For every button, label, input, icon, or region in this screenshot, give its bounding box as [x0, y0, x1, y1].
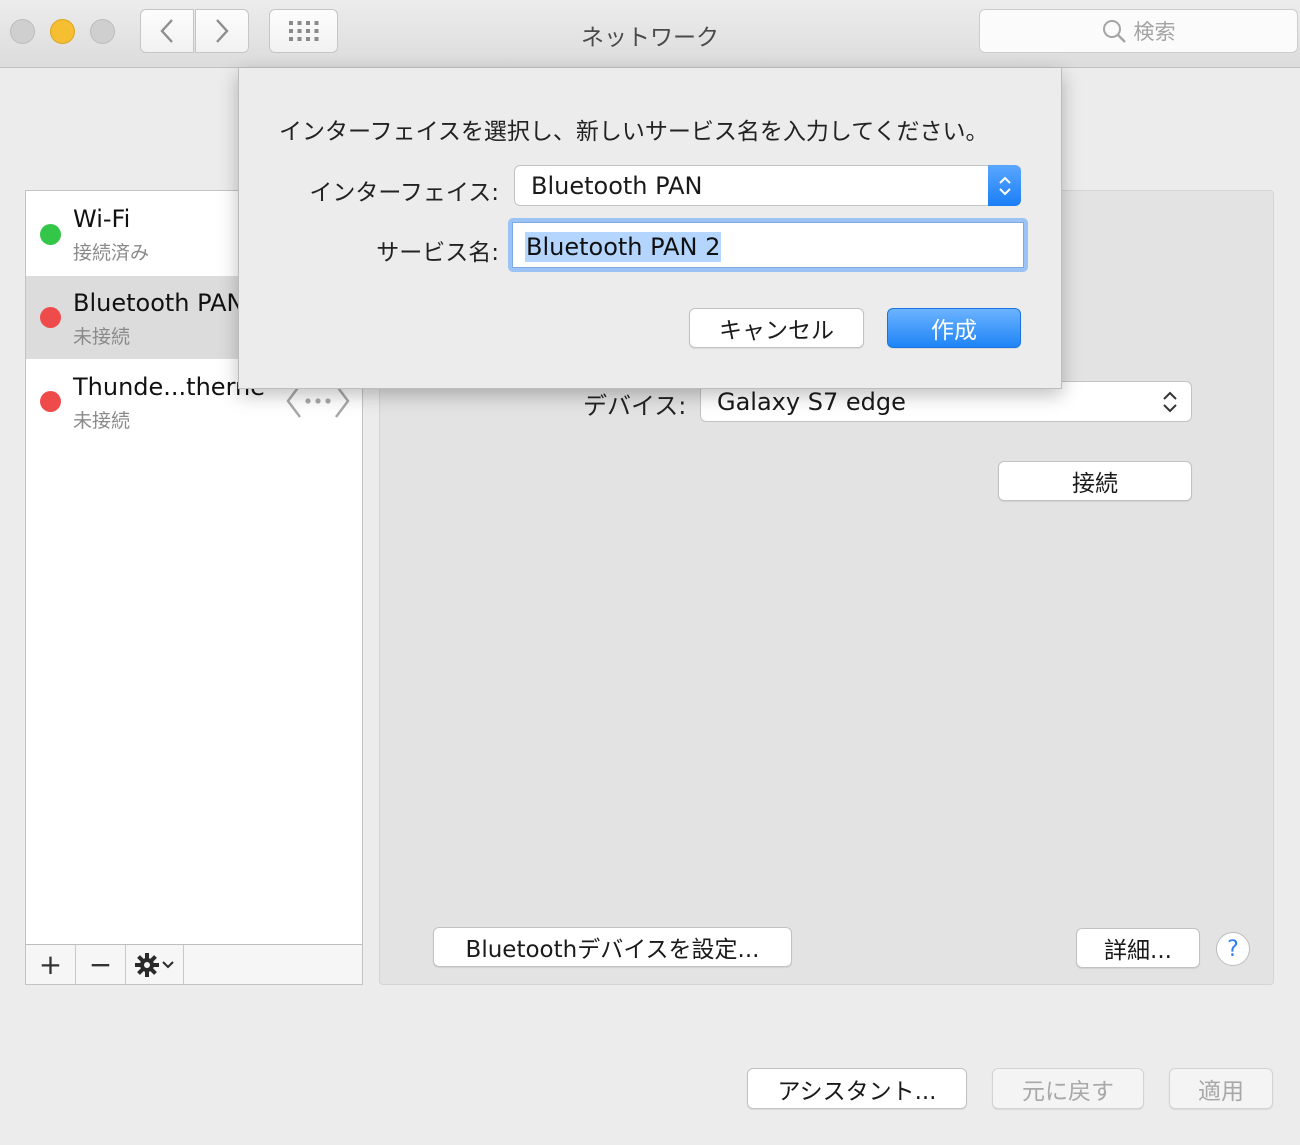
search-placeholder: 検索	[1133, 20, 1176, 44]
grid-icon	[288, 21, 318, 41]
minimize-window-button[interactable]	[50, 19, 75, 44]
connect-button[interactable]: 接続	[998, 461, 1192, 501]
title-bar: ネットワーク 検索	[0, 0, 1300, 68]
status-dot	[40, 391, 61, 412]
advanced-button[interactable]: 詳細...	[1076, 928, 1200, 968]
device-value: Galaxy S7 edge	[717, 387, 906, 416]
popup-stepper	[988, 165, 1021, 206]
search-field[interactable]: 検索	[979, 9, 1298, 53]
chevron-right-icon	[216, 19, 229, 43]
service-list-toolbar: + −	[26, 944, 362, 984]
service-name-label: サービス名:	[376, 240, 499, 266]
window-title: ネットワーク	[581, 25, 719, 51]
close-window-button[interactable]	[10, 19, 35, 44]
sheet-prompt: インターフェイスを選択し、新しいサービス名を入力してください。	[279, 119, 989, 145]
add-service-button[interactable]: +	[26, 945, 76, 984]
help-button[interactable]: ?	[1216, 932, 1250, 966]
interface-label: インターフェイス:	[309, 180, 499, 206]
updown-chevron-icon	[1163, 391, 1177, 413]
new-service-sheet: インターフェイスを選択し、新しいサービス名を入力してください。 インターフェイス…	[238, 68, 1062, 389]
service-name: Bluetooth PAN	[73, 289, 245, 317]
interface-value: Bluetooth PAN	[531, 171, 703, 200]
gear-icon	[134, 952, 159, 977]
apply-button[interactable]: 適用	[1169, 1068, 1273, 1109]
bluetooth-setup-button[interactable]: Bluetoothデバイスを設定...	[433, 927, 792, 967]
assistant-button[interactable]: アシスタント...	[747, 1068, 967, 1109]
search-icon	[1102, 20, 1126, 43]
service-name-field-focus-ring: Bluetooth PAN 2	[508, 218, 1028, 272]
service-status: 未接続	[73, 410, 131, 432]
zoom-window-button[interactable]	[90, 19, 115, 44]
status-dot	[40, 224, 61, 245]
revert-button[interactable]: 元に戻す	[992, 1068, 1144, 1109]
show-all-button[interactable]	[269, 9, 338, 53]
cancel-button[interactable]: キャンセル	[689, 308, 864, 348]
chevron-down-icon	[161, 960, 174, 968]
status-dot	[40, 307, 61, 328]
chevron-left-icon	[160, 19, 173, 43]
forward-button[interactable]	[195, 9, 249, 53]
service-name-input[interactable]	[512, 222, 1024, 268]
service-name: Thunde...therne	[73, 373, 265, 401]
service-status: 接続済み	[73, 242, 150, 264]
action-menu-button[interactable]	[126, 945, 184, 984]
back-button[interactable]	[140, 9, 194, 53]
interface-popup[interactable]: Bluetooth PAN	[514, 165, 1021, 206]
service-name: Wi-Fi	[73, 205, 131, 233]
service-status: 未接続	[73, 326, 131, 348]
create-button[interactable]: 作成	[887, 308, 1021, 348]
device-label: デバイス:	[583, 392, 687, 420]
updown-chevron-icon	[998, 176, 1011, 195]
remove-service-button[interactable]: −	[76, 945, 126, 984]
